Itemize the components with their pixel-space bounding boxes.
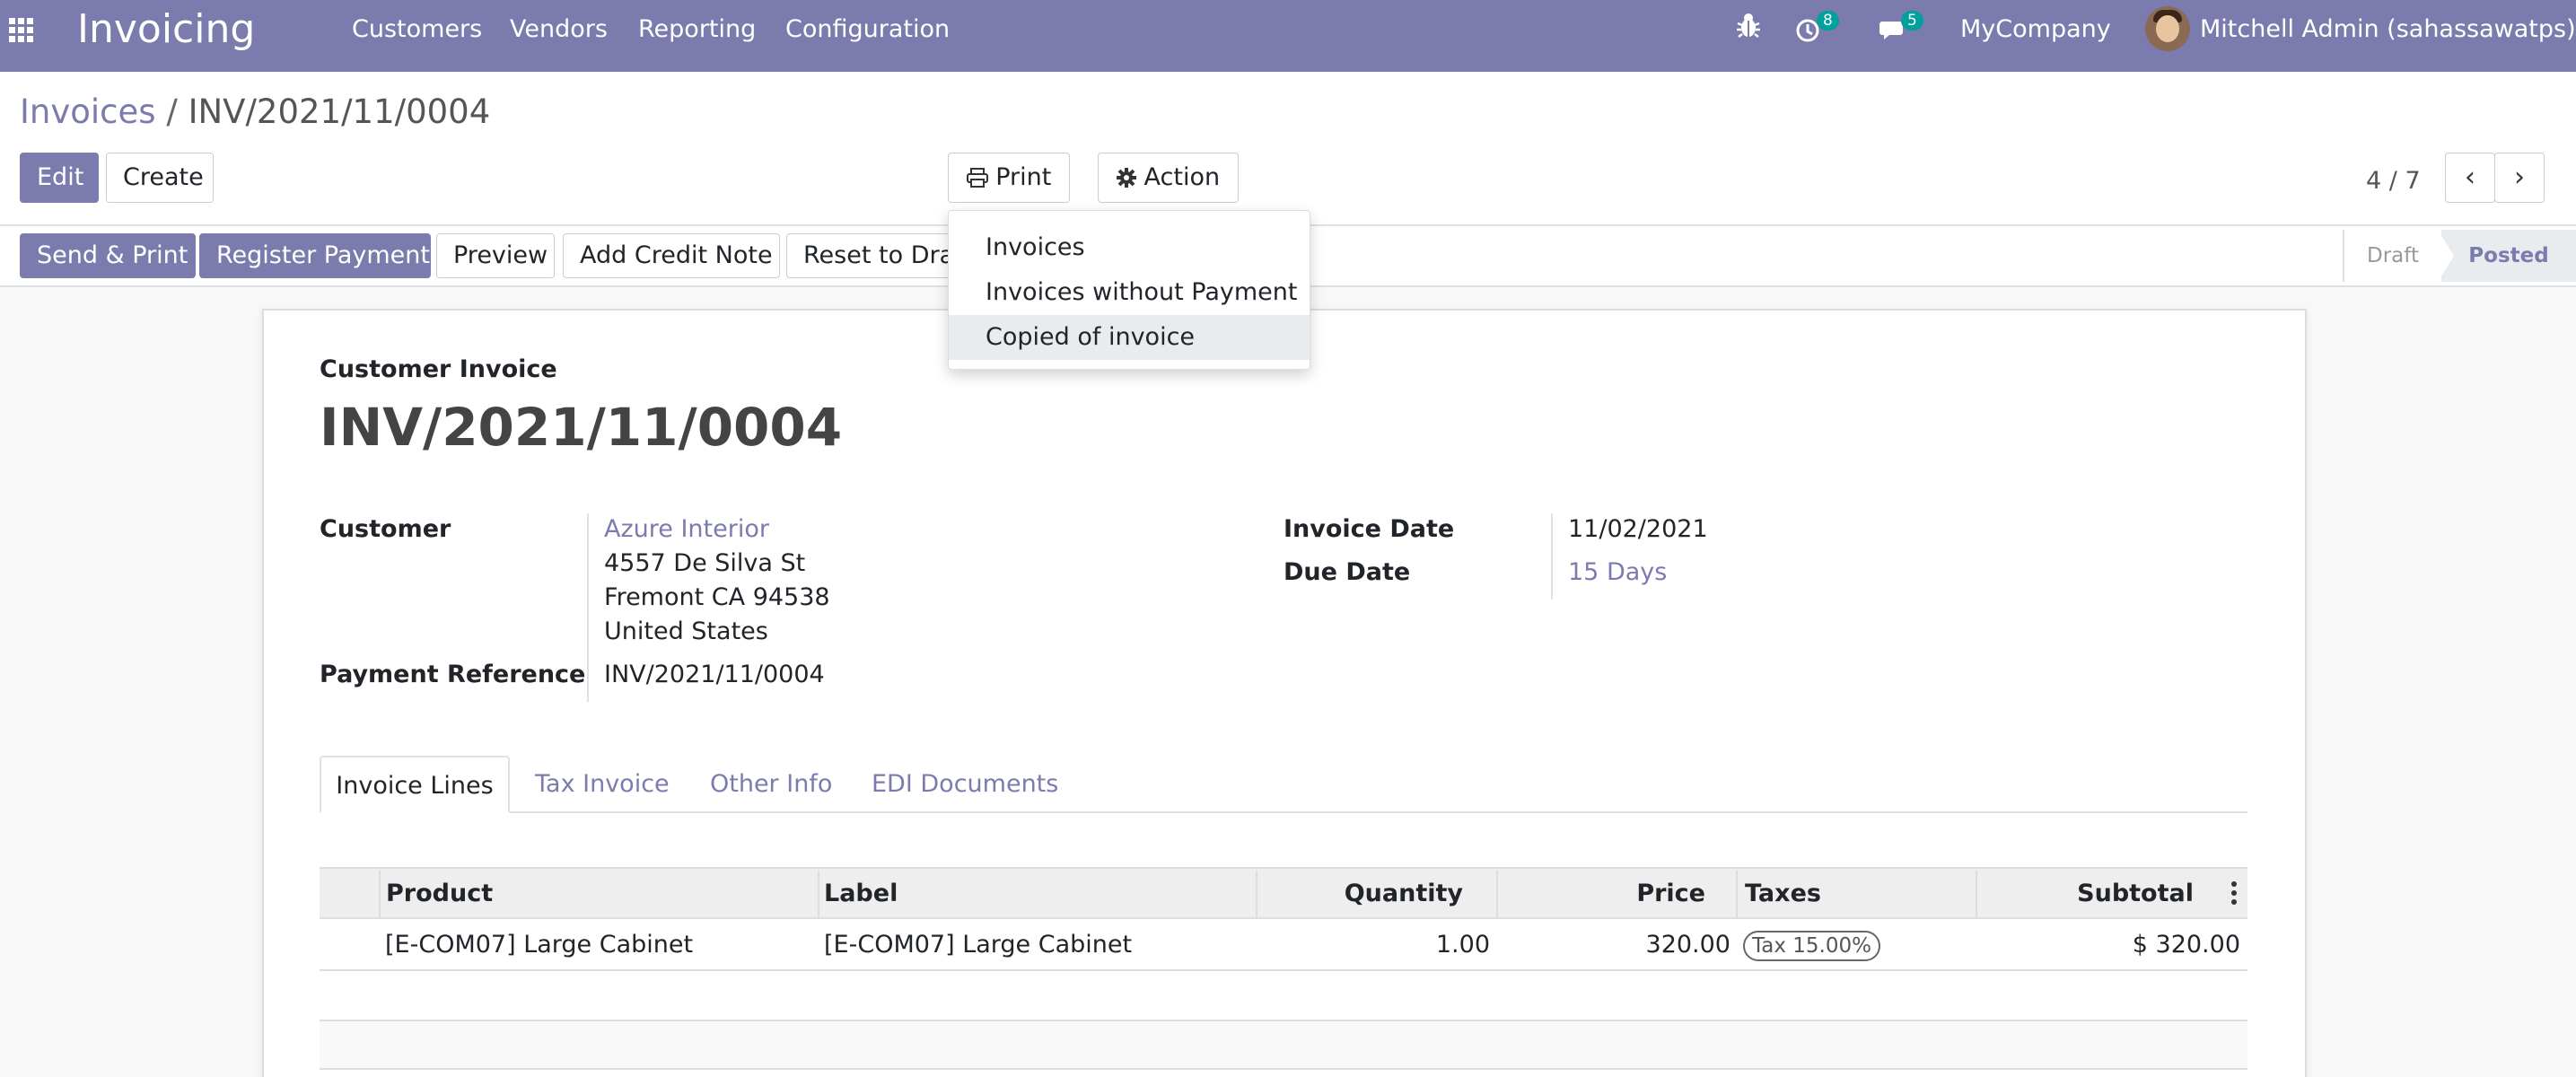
- column-taxes[interactable]: Taxes: [1745, 871, 1821, 917]
- tab-other-info[interactable]: Other Info: [710, 756, 832, 813]
- apps-menu-icon[interactable]: [9, 18, 33, 42]
- cell-taxes[interactable]: Tax 15.00%: [1743, 921, 1880, 969]
- edit-button[interactable]: Edit: [20, 153, 99, 203]
- customer-name-link[interactable]: Azure Interior: [604, 515, 769, 543]
- tax-tag: Tax 15.00%: [1743, 931, 1880, 961]
- customer-address-line: Fremont CA 94538: [604, 583, 830, 611]
- cell-product[interactable]: [E-COM07] Large Cabinet: [385, 921, 693, 969]
- payment-reference-label: Payment Reference: [320, 661, 586, 688]
- column-subtotal[interactable]: Subtotal: [1984, 871, 2194, 917]
- column-separator: [1496, 871, 1498, 917]
- invoice-type-label: Customer Invoice: [320, 355, 557, 383]
- stage-arrow: [2438, 230, 2454, 282]
- due-date-value[interactable]: 15 Days: [1568, 558, 1667, 586]
- cell-quantity[interactable]: 1.00: [1257, 921, 1490, 969]
- payment-reference-value: INV/2021/11/0004: [604, 661, 825, 688]
- breadcrumb: Invoices / INV/2021/11/0004: [20, 90, 490, 135]
- cell-subtotal: $ 320.00: [2132, 931, 2240, 959]
- print-menu-item-invoices-without-payment[interactable]: Invoices without Payment: [949, 270, 1310, 315]
- customer-address-line: United States: [604, 617, 768, 645]
- breadcrumb-invoices-link[interactable]: Invoices: [20, 92, 156, 131]
- pager-value[interactable]: 4 / 7: [2366, 167, 2421, 195]
- print-icon: [966, 168, 988, 188]
- pager-next-button[interactable]: ›: [2494, 153, 2545, 203]
- chevron-left-icon: ‹: [2465, 162, 2475, 193]
- tab-invoice-lines[interactable]: Invoice Lines: [320, 756, 510, 813]
- row-divider: [320, 969, 2247, 971]
- column-quantity[interactable]: Quantity: [1257, 871, 1463, 917]
- cell-label[interactable]: [E-COM07] Large Cabinet: [824, 921, 1132, 969]
- app-brand[interactable]: Invoicing: [77, 0, 255, 59]
- stage-draft: Draft: [2343, 230, 2441, 282]
- column-product[interactable]: Product: [386, 871, 493, 917]
- breadcrumb-current: INV/2021/11/0004: [188, 92, 491, 131]
- row-divider: [320, 1020, 2247, 1021]
- customer-address-line: 4557 De Silva St: [604, 549, 806, 577]
- gear-icon: [1116, 168, 1136, 188]
- print-button[interactable]: Print: [948, 153, 1070, 203]
- due-date-label: Due Date: [1284, 558, 1411, 586]
- column-separator: [1736, 871, 1738, 917]
- field-divider: [587, 513, 589, 702]
- chevron-right-icon: ›: [2514, 162, 2525, 193]
- action-button[interactable]: Action: [1098, 153, 1239, 203]
- column-separator: [1976, 871, 1977, 917]
- user-avatar[interactable]: [2145, 6, 2190, 51]
- register-payment-button[interactable]: Register Payment: [199, 233, 431, 278]
- add-credit-note-button[interactable]: Add Credit Note: [563, 233, 780, 278]
- activity-clock-icon[interactable]: 8: [1795, 11, 1849, 48]
- menu-vendors[interactable]: Vendors: [510, 0, 608, 59]
- menu-configuration[interactable]: Configuration: [785, 0, 950, 59]
- cell-price[interactable]: 320.00: [1499, 921, 1730, 969]
- column-separator: [379, 871, 381, 917]
- activity-count-badge: 8: [1817, 11, 1839, 31]
- user-menu[interactable]: Mitchell Admin (sahassawatps): [2200, 0, 2576, 59]
- tab-tax-invoice[interactable]: Tax Invoice: [535, 756, 670, 813]
- field-divider: [1551, 513, 1553, 600]
- column-separator: [818, 871, 819, 917]
- invoice-date-value: 11/02/2021: [1568, 515, 1708, 543]
- breadcrumb-separator: /: [166, 92, 178, 131]
- tab-edi-documents[interactable]: EDI Documents: [872, 756, 1058, 813]
- messages-chat-icon[interactable]: 5: [1879, 11, 1933, 48]
- preview-button[interactable]: Preview: [436, 233, 555, 278]
- empty-row: [320, 1020, 2247, 1068]
- print-menu-item-copied-of-invoice[interactable]: Copied of invoice: [949, 315, 1310, 360]
- company-switcher[interactable]: MyCompany: [1960, 0, 2111, 59]
- send-print-button[interactable]: Send & Print: [20, 233, 196, 278]
- column-label[interactable]: Label: [824, 871, 898, 917]
- print-dropdown-menu: Invoices Invoices without Payment Copied…: [948, 210, 1310, 370]
- action-label: Action: [1143, 163, 1221, 191]
- debug-bug-icon[interactable]: [1736, 13, 1761, 48]
- invoice-date-label: Invoice Date: [1284, 515, 1455, 543]
- menu-customers[interactable]: Customers: [352, 0, 482, 59]
- row-divider: [320, 1068, 2247, 1070]
- customer-label: Customer: [320, 515, 451, 543]
- column-price[interactable]: Price: [1499, 871, 1705, 917]
- pager-previous-button[interactable]: ‹: [2445, 153, 2495, 203]
- print-label: Print: [995, 163, 1052, 191]
- optional-columns-icon[interactable]: [2231, 881, 2237, 908]
- invoice-number-title: INV/2021/11/0004: [320, 397, 843, 458]
- menu-reporting[interactable]: Reporting: [638, 0, 756, 59]
- messages-count-badge: 5: [1901, 11, 1923, 31]
- create-button[interactable]: Create: [106, 153, 214, 203]
- stage-posted: Posted: [2441, 230, 2576, 282]
- print-menu-item-invoices[interactable]: Invoices: [949, 225, 1310, 270]
